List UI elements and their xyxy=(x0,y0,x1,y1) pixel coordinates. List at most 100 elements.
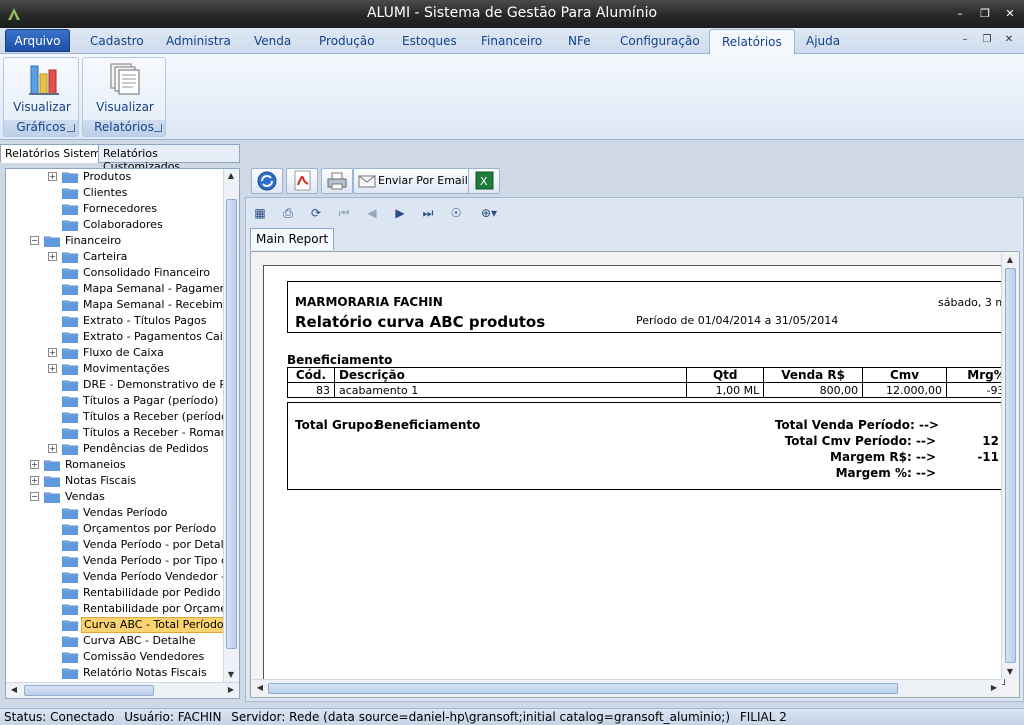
visualizar-relatorios-label: Visualizar xyxy=(96,100,154,114)
scroll-up-arrow-icon[interactable]: ▲ xyxy=(1003,253,1017,267)
scroll-left-arrow-icon[interactable]: ◀ xyxy=(253,681,267,695)
expand-icon[interactable]: + xyxy=(48,172,57,181)
tab-relatorios[interactable]: Relatórios xyxy=(709,29,795,54)
scroll-right-arrow-icon[interactable]: ▶ xyxy=(987,681,1001,695)
send-email-button[interactable]: Enviar Por Email xyxy=(353,168,475,194)
last-page-icon[interactable]: ⏭ xyxy=(420,205,436,221)
report-vertical-scrollbar[interactable]: ▲ ▼ xyxy=(1001,253,1018,679)
tab-financeiro[interactable]: Financeiro xyxy=(481,34,542,48)
report-page: MARMORARIA FACHIN Relatório curva ABC pr… xyxy=(263,265,1005,685)
report-frame: MARMORARIA FACHIN Relatório curva ABC pr… xyxy=(250,251,1020,698)
tab-venda[interactable]: Venda xyxy=(254,34,291,48)
expand-icon[interactable]: + xyxy=(48,348,57,357)
export-excel-button[interactable]: X xyxy=(468,168,500,194)
total-venda-label: Total Venda Período: --> xyxy=(774,418,939,432)
tree-item-label: Colaboradores xyxy=(83,218,163,231)
refresh-button[interactable] xyxy=(251,168,283,194)
scroll-right-arrow-icon[interactable]: ▶ xyxy=(224,683,238,697)
report-tree[interactable]: + Produtos Clientes Fornecedores Colaborador… xyxy=(5,168,240,699)
mdi-minimize-button[interactable]: – xyxy=(958,33,972,47)
folder-icon xyxy=(62,316,78,327)
margem-rs-value: -11 xyxy=(977,450,999,464)
scroll-left-arrow-icon[interactable]: ◀ xyxy=(7,683,21,697)
tab-ajuda[interactable]: Ajuda xyxy=(806,34,840,48)
tab-producao[interactable]: Produção xyxy=(319,34,375,48)
report-horizontal-scrollbar[interactable]: ◀ ▶ xyxy=(252,679,1002,696)
tree-hscroll-thumb[interactable] xyxy=(24,685,154,696)
excel-icon: X xyxy=(475,171,494,190)
folder-icon xyxy=(44,236,60,247)
folder-icon xyxy=(62,364,78,375)
first-page-icon[interactable]: ⏮ xyxy=(336,205,352,221)
previous-page-icon[interactable]: ◀ xyxy=(364,205,380,221)
find-icon[interactable]: ☉ xyxy=(448,205,464,221)
folder-icon xyxy=(62,188,78,199)
group-caption-graficos: Gráficos xyxy=(4,120,78,136)
arquivo-button[interactable]: Arquivo xyxy=(5,29,70,52)
close-button[interactable]: ✕ xyxy=(1003,7,1017,21)
zoom-icon[interactable]: ⊕▾ xyxy=(476,205,502,221)
dialog-launcher-icon[interactable] xyxy=(67,124,75,132)
tree-vscroll-thumb[interactable] xyxy=(226,199,237,649)
mdi-restore-button[interactable]: ❐ xyxy=(980,33,994,47)
report-vscroll-thumb[interactable] xyxy=(1005,268,1016,663)
status-branch: FILIAL 2 xyxy=(739,710,787,724)
tab-relatorios-customizados[interactable]: Relatórios Customizados xyxy=(98,144,240,173)
collapse-icon[interactable]: − xyxy=(30,492,39,501)
expand-icon[interactable]: + xyxy=(30,476,39,485)
export-pdf-button[interactable] xyxy=(286,168,318,194)
folder-icon xyxy=(62,604,78,615)
expand-icon[interactable]: + xyxy=(48,364,57,373)
report-table: Cód. Descrição Qtd Venda R$ Cmv Mrg% 83 … xyxy=(287,367,1004,398)
collapse-icon[interactable]: − xyxy=(30,236,39,245)
report-hscroll-thumb[interactable] xyxy=(268,683,898,694)
print-button[interactable] xyxy=(321,168,353,194)
status-user: Usuário: FACHIN xyxy=(124,710,222,724)
tab-configuracao[interactable]: Configuração xyxy=(620,34,700,48)
tree-item-label: Carteira xyxy=(83,250,128,263)
dialog-launcher-icon[interactable] xyxy=(154,124,162,132)
scroll-down-arrow-icon[interactable]: ▼ xyxy=(224,668,238,682)
restore-button[interactable]: ❐ xyxy=(978,7,992,21)
tree-item-label: Vendas xyxy=(65,490,105,503)
tree-item-label: Vendas Período xyxy=(83,506,168,519)
expand-icon[interactable]: + xyxy=(48,444,57,453)
tab-administra[interactable]: Administra xyxy=(166,34,231,48)
report-header: MARMORARIA FACHIN Relatório curva ABC pr… xyxy=(287,281,1005,333)
tree-item-label: Curva ABC - Total Período xyxy=(81,617,227,633)
email-icon xyxy=(358,175,376,188)
report-viewer: ▦ ⎙ ⟳ ⏮ ◀ ▶ ⏭ ☉ ⊕▾ Main Report MARMORARI… xyxy=(245,197,1024,702)
scroll-down-arrow-icon[interactable]: ▼ xyxy=(1003,665,1017,679)
refresh-icon[interactable]: ⟳ xyxy=(308,205,324,221)
ribbon-tab-bar: Arquivo Cadastro Administra Venda Produç… xyxy=(0,28,1024,54)
main-report-tab[interactable]: Main Report xyxy=(250,228,335,250)
mdi-close-button[interactable]: ✕ xyxy=(1002,33,1016,47)
column-header-descricao: Descrição xyxy=(333,367,688,383)
tree-vertical-scrollbar[interactable]: ▲ ▼ xyxy=(223,169,239,682)
expand-icon[interactable]: + xyxy=(48,252,57,261)
window-title: ALUMI - Sistema de Gestão Para Alumínio xyxy=(366,5,658,21)
print-icon[interactable]: ⎙ xyxy=(280,205,296,221)
export-icon[interactable]: ▦ xyxy=(252,205,268,221)
scroll-up-arrow-icon[interactable]: ▲ xyxy=(224,169,238,183)
tab-relatorios-sistema[interactable]: Relatórios Sistema xyxy=(0,144,113,163)
report-pages-icon xyxy=(110,63,140,95)
tree-item-label: Orçamentos por Período xyxy=(83,522,217,535)
tab-estoques[interactable]: Estoques xyxy=(402,34,457,48)
report-date: sábado, 3 m xyxy=(938,296,1005,309)
visualizar-relatorios-button[interactable]: Visualizar xyxy=(91,60,159,120)
minimize-button[interactable]: – xyxy=(953,7,967,21)
tab-cadastro[interactable]: Cadastro xyxy=(90,34,144,48)
next-page-icon[interactable]: ▶ xyxy=(392,205,408,221)
tab-nfe[interactable]: NFe xyxy=(568,34,591,48)
tree-horizontal-scrollbar[interactable]: ◀ ▶ xyxy=(6,682,239,698)
tree-item-label: Romaneios xyxy=(65,458,126,471)
total-cmv-label: Total Cmv Período: --> xyxy=(784,434,936,448)
tree-item-label: Mapa Semanal - Recebiment xyxy=(83,298,240,311)
visualizar-graficos-button[interactable]: Visualizar xyxy=(8,60,76,120)
expand-icon[interactable]: + xyxy=(30,460,39,469)
folder-icon xyxy=(62,284,78,295)
total-cmv-value: 12 xyxy=(982,434,999,448)
report-navigation-toolbar: ▦ ⎙ ⟳ ⏮ ◀ ▶ ⏭ ☉ ⊕▾ xyxy=(246,201,1024,225)
tree-item-label: Consolidado Financeiro xyxy=(83,266,211,279)
